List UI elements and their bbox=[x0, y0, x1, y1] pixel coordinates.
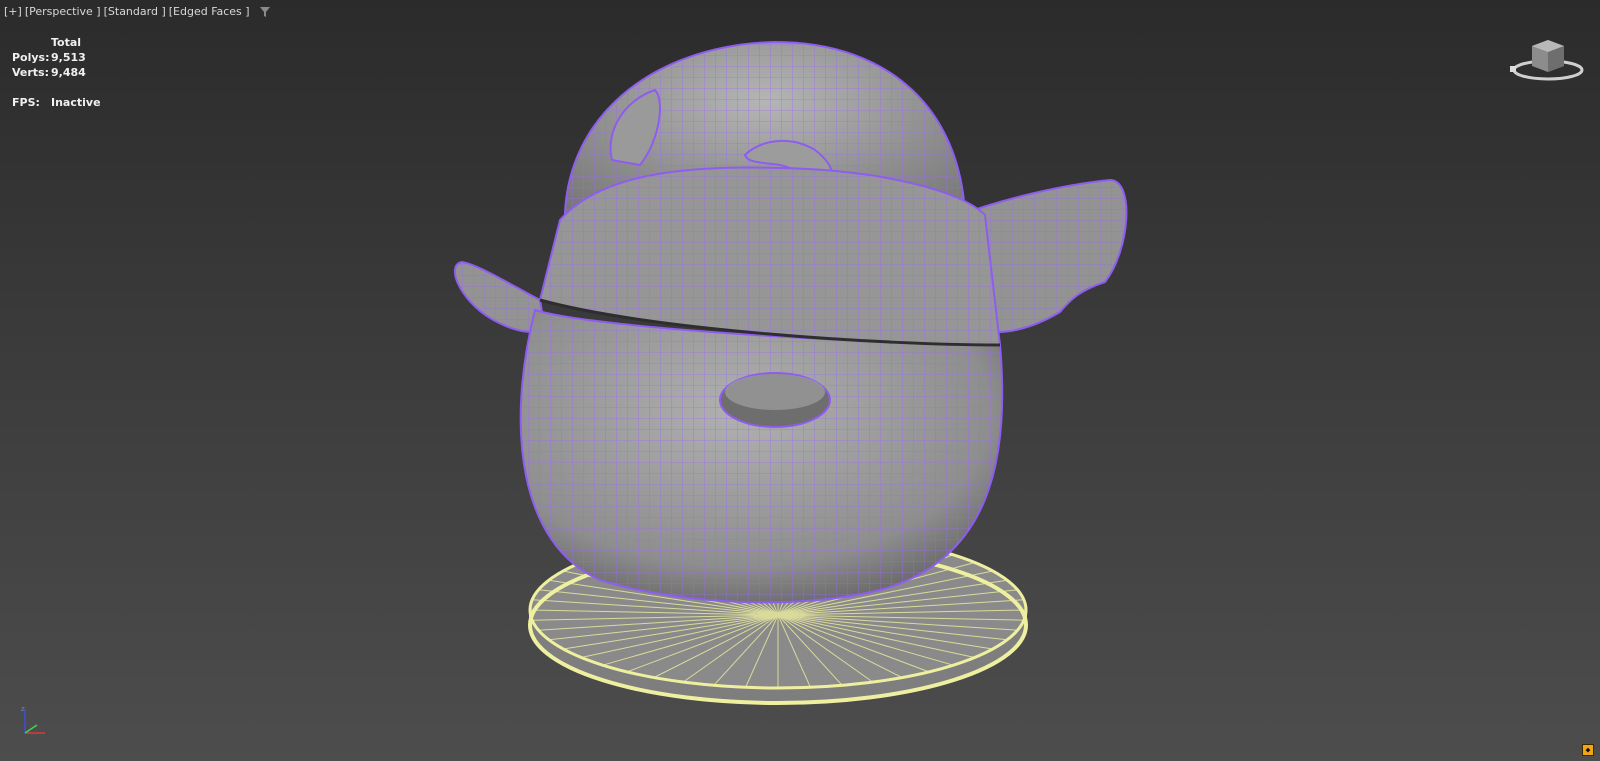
viewport-plus-menu[interactable]: [+] bbox=[4, 5, 22, 18]
statistics-overlay: Total Polys: 9,513 Verts: 9,484 FPS: Ina… bbox=[12, 35, 101, 110]
filter-icon[interactable] bbox=[259, 6, 271, 18]
verts-value: 9,484 bbox=[51, 66, 86, 79]
scene-canvas[interactable] bbox=[0, 0, 1600, 761]
svg-text:z: z bbox=[21, 705, 25, 713]
viewport-standard-menu[interactable]: [Standard ] bbox=[104, 5, 166, 18]
viewport-label-menu: [+] [Perspective ] [Standard ] [Edged Fa… bbox=[4, 5, 271, 18]
viewcube-icon[interactable] bbox=[1508, 32, 1588, 84]
axis-tripod-icon: z bbox=[21, 705, 45, 734]
polys-label: Polys: bbox=[12, 51, 50, 64]
fps-value: Inactive bbox=[51, 96, 101, 109]
viewport-badge-icon[interactable]: ⬥ bbox=[1582, 744, 1594, 756]
fps-label: FPS: bbox=[12, 96, 40, 109]
verts-label: Verts: bbox=[12, 66, 50, 79]
perspective-viewport[interactable]: [+] [Perspective ] [Standard ] [Edged Fa… bbox=[0, 0, 1600, 761]
viewport-pov-menu[interactable]: [Perspective ] bbox=[25, 5, 101, 18]
viewport-shading-menu[interactable]: [Edged Faces ] bbox=[169, 5, 250, 18]
stats-header: Total bbox=[51, 36, 82, 49]
polys-value: 9,513 bbox=[51, 51, 86, 64]
